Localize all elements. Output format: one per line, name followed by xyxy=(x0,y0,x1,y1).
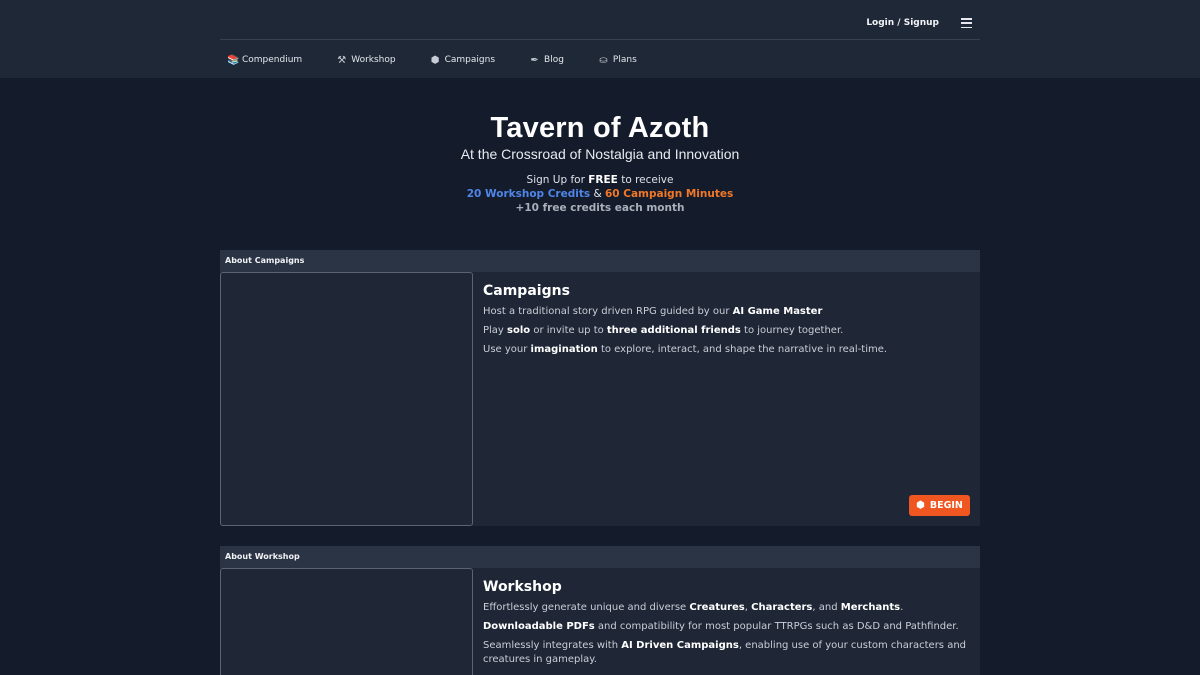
quill-icon: ✒ xyxy=(530,54,539,66)
card-line: Downloadable PDFs and compatibility for … xyxy=(483,620,973,634)
d20-icon: ⬢ xyxy=(916,500,925,511)
emphasis-text: AI Game Master xyxy=(732,306,823,317)
coins-icon: ⛀ xyxy=(599,54,608,66)
signup-offer: Sign Up for FREE to receive 20 Workshop … xyxy=(0,173,1200,215)
credits-line: 20 Workshop Credits & 60 Campaign Minute… xyxy=(0,187,1200,201)
begin-button[interactable]: ⬢ BEGIN xyxy=(909,495,970,516)
nav-item-plans[interactable]: ⛀ Plans xyxy=(598,52,637,68)
body-text: Effortlessly generate unique and diverse xyxy=(483,602,690,613)
hammer-icon: ⚒ xyxy=(337,54,347,66)
card-lines: Effortlessly generate unique and diverse… xyxy=(483,601,973,667)
workshop-image xyxy=(220,568,473,675)
page-title: Tavern of Azoth xyxy=(490,112,710,144)
nav-item-label: Blog xyxy=(544,55,564,65)
emphasis-text: Characters xyxy=(751,602,813,613)
top-navigation-bar: Login / Signup 📚 Compendium ⚒ Workshop ⬢… xyxy=(0,0,1200,78)
signup-prefix: Sign Up for xyxy=(526,174,589,186)
card-body: Workshop Effortlessly generate unique an… xyxy=(483,579,973,672)
emphasis-text: three additional friends xyxy=(606,325,741,336)
amp: & xyxy=(590,188,605,200)
campaigns-card: About Campaigns Campaigns Host a traditi… xyxy=(220,250,980,526)
books-icon: 📚 xyxy=(227,54,240,66)
body-text: to journey together. xyxy=(740,325,844,336)
emphasis-text: Merchants xyxy=(840,602,901,613)
emphasis-text: imagination xyxy=(530,344,598,355)
nav-item-label: Campaigns xyxy=(444,55,496,65)
body-text: Host a traditional story driven RPG guid… xyxy=(483,306,733,317)
begin-label: BEGIN xyxy=(929,500,963,511)
card-title: Workshop xyxy=(483,579,562,595)
d20-icon: ⬢ xyxy=(430,54,440,66)
nav-item-compendium[interactable]: 📚 Compendium xyxy=(227,52,302,68)
monthly-credits: +10 free credits each month xyxy=(515,202,685,214)
page-subtitle: At the Crossroad of Nostalgia and Innova… xyxy=(460,146,740,162)
body-text: , and xyxy=(812,602,841,613)
card-title: Campaigns xyxy=(483,283,570,299)
body-text: . xyxy=(900,602,904,613)
signup-free: FREE xyxy=(588,174,618,186)
body-text: to explore, interact, and shape the narr… xyxy=(597,344,888,355)
emphasis-text: solo xyxy=(507,325,531,336)
nav-item-workshop[interactable]: ⚒ Workshop xyxy=(336,52,395,68)
card-line: Play solo or invite up to three addition… xyxy=(483,324,973,338)
nav-item-campaigns[interactable]: ⬢ Campaigns xyxy=(430,52,495,68)
body-text: Use your xyxy=(483,344,531,355)
campaign-minutes: 60 Campaign Minutes xyxy=(604,188,734,200)
nav-item-blog[interactable]: ✒ Blog xyxy=(529,52,564,68)
main-nav: 📚 Compendium ⚒ Workshop ⬢ Campaigns ✒ Bl… xyxy=(227,52,671,68)
topbar-container: Login / Signup 📚 Compendium ⚒ Workshop ⬢… xyxy=(220,0,980,78)
nav-item-label: Workshop xyxy=(351,55,396,65)
emphasis-text: Downloadable PDFs xyxy=(483,621,595,632)
card-line: Use your imagination to explore, interac… xyxy=(483,343,973,357)
workshop-card: About Workshop Workshop Effortlessly gen… xyxy=(220,546,980,675)
login-signup-link[interactable]: Login / Signup xyxy=(866,18,939,28)
nav-item-label: Plans xyxy=(612,55,637,65)
hero-section: Tavern of Azoth At the Crossroad of Nost… xyxy=(0,112,1200,215)
body-text: Play xyxy=(483,325,508,336)
signup-line: Sign Up for FREE to receive xyxy=(0,173,1200,187)
emphasis-text: Creatures xyxy=(689,602,745,613)
card-header: About Workshop xyxy=(220,546,980,568)
card-line: Effortlessly generate unique and diverse… xyxy=(483,601,973,615)
card-line: Seamlessly integrates with AI Driven Cam… xyxy=(483,639,973,667)
body-text: Seamlessly integrates with xyxy=(483,640,622,651)
account-row: Login / Signup xyxy=(220,0,980,40)
body-text: or invite up to xyxy=(530,325,607,336)
card-lines: Host a traditional story driven RPG guid… xyxy=(483,305,973,357)
card-body: Campaigns Host a traditional story drive… xyxy=(483,283,973,362)
nav-item-label: Compendium xyxy=(242,55,303,65)
campaigns-image xyxy=(220,272,473,526)
card-line: Host a traditional story driven RPG guid… xyxy=(483,305,973,319)
body-text: and compatibility for most popular TTRPG… xyxy=(594,621,959,632)
signup-suffix: to receive xyxy=(617,174,674,186)
workshop-credits: 20 Workshop Credits xyxy=(466,188,591,200)
card-header: About Campaigns xyxy=(220,250,980,272)
emphasis-text: AI Driven Campaigns xyxy=(621,640,739,651)
hamburger-icon[interactable] xyxy=(961,18,972,28)
